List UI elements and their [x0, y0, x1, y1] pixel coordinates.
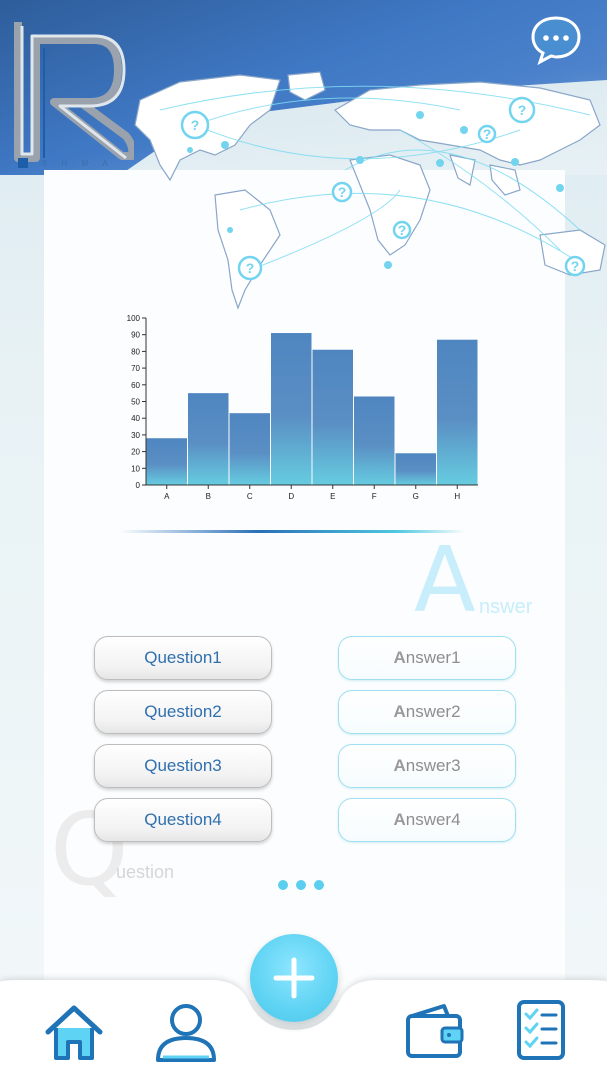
y-tick-label: 30 — [131, 431, 140, 440]
answer-button-1[interactable]: Answer1 — [338, 636, 516, 680]
y-tick-label: 40 — [131, 414, 140, 423]
app-logo — [14, 22, 134, 162]
y-tick-label: 10 — [131, 464, 140, 473]
more-dots-button[interactable] — [278, 880, 324, 890]
question-button-3[interactable]: Question3 — [94, 744, 272, 788]
profile-icon[interactable] — [153, 1000, 219, 1064]
answer-initial: A — [393, 810, 406, 829]
checklist-icon[interactable] — [515, 998, 567, 1062]
dot — [314, 880, 324, 890]
chart-bars — [146, 333, 478, 485]
add-button[interactable] — [250, 934, 338, 1022]
svg-text:?: ? — [191, 117, 200, 133]
answer-label: nswer2 — [405, 702, 461, 721]
x-tick-label: C — [247, 492, 253, 501]
svg-text:?: ? — [518, 102, 527, 118]
x-tick-label: E — [330, 492, 335, 501]
svg-text:?: ? — [338, 184, 347, 200]
y-tick-label: 90 — [131, 331, 140, 340]
answer-label: nswer3 — [405, 756, 461, 775]
x-tick-label: D — [288, 492, 294, 501]
x-tick-label: F — [372, 492, 377, 501]
answer-initial: A — [393, 756, 406, 775]
bar-G — [395, 453, 436, 485]
question-button-1[interactable]: Question1 — [94, 636, 272, 680]
question-button-4[interactable]: Question4 — [94, 798, 272, 842]
svg-text:?: ? — [398, 222, 407, 238]
dot — [296, 880, 306, 890]
answer-watermark-text: nswer — [479, 596, 533, 618]
x-tick-label: B — [206, 492, 211, 501]
bar-E — [312, 349, 353, 485]
bar-C — [229, 413, 270, 485]
answer-button-3[interactable]: Answer3 — [338, 744, 516, 788]
answer-button-2[interactable]: Answer2 — [338, 690, 516, 734]
y-tick-label: 80 — [131, 347, 140, 356]
bar-A — [146, 438, 187, 485]
y-tick-label: 20 — [131, 448, 140, 457]
question-watermark-text: uestion — [116, 862, 175, 882]
answer-label: nswer4 — [405, 810, 461, 829]
answer-button-4[interactable]: Answer4 — [338, 798, 516, 842]
answer-initial: A — [393, 648, 406, 667]
answer-initial: A — [393, 702, 406, 721]
y-tick-label: 0 — [136, 481, 141, 490]
y-tick-label: 50 — [131, 398, 140, 407]
svg-text:?: ? — [571, 258, 580, 274]
x-tick-label: G — [413, 492, 419, 501]
svg-text:?: ? — [246, 260, 255, 276]
plus-icon — [273, 957, 315, 999]
bar-B — [188, 393, 229, 485]
world-map-illustration: ??? ??? ? — [134, 71, 606, 310]
y-tick-label: 60 — [131, 381, 140, 390]
bar-H — [437, 339, 478, 485]
bar-D — [271, 333, 312, 485]
bar-chart: 0 10 20 30 40 50 60 70 80 90 100 A B C D E F G H — [127, 314, 478, 501]
x-tick-label: H — [454, 492, 460, 501]
y-tick-label: 70 — [131, 364, 140, 373]
answer-label: nswer1 — [405, 648, 461, 667]
answer-watermark-letter: A — [414, 528, 476, 633]
svg-text:?: ? — [483, 126, 492, 142]
logo-mark — [18, 158, 28, 168]
x-tick-label: A — [164, 492, 170, 501]
chat-bubble-icon[interactable] — [530, 14, 582, 66]
bar-F — [354, 396, 395, 485]
home-icon[interactable] — [42, 1000, 106, 1064]
question-button-2[interactable]: Question2 — [94, 690, 272, 734]
dot — [278, 880, 288, 890]
wallet-icon[interactable] — [404, 1000, 466, 1062]
logo-subtitle: S.H.M.A — [42, 159, 114, 168]
y-tick-label: 100 — [127, 314, 141, 323]
